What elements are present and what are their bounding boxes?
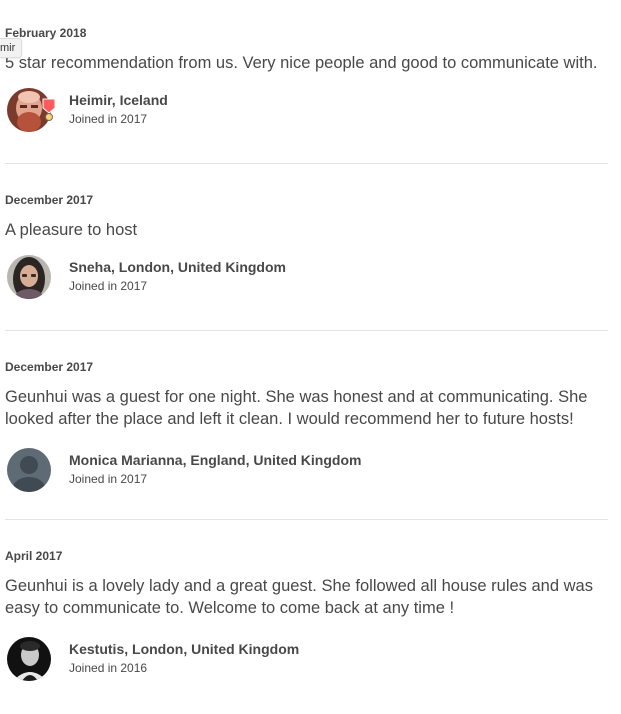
reviewer-joined: Joined in 2016 xyxy=(69,661,148,675)
review-date: April 2017 xyxy=(5,549,63,563)
reviewer-joined: Joined in 2017 xyxy=(69,112,148,126)
reviewer: Heimir, Iceland Joined in 2017 xyxy=(5,88,608,132)
reviewer-joined: Joined in 2017 xyxy=(69,472,148,486)
review-divider xyxy=(5,519,608,520)
review-text: 5 star recommendation from us. Very nice… xyxy=(5,54,598,72)
review-item: December 2017 Geunhui was a guest for on… xyxy=(5,360,608,492)
review-date: December 2017 xyxy=(5,193,94,207)
reviewer-name-tooltip: mir xyxy=(0,38,23,58)
reviewer-name[interactable]: Monica Marianna, England, United Kingdom xyxy=(69,451,361,469)
reviewer: Kestutis, London, United Kingdom Joined … xyxy=(5,637,608,681)
reviewer: Sneha, London, United Kingdom Joined in … xyxy=(5,255,608,299)
review-item: April 2017 Geunhui is a lovely lady and … xyxy=(5,549,608,681)
reviewer-name[interactable]: Sneha, London, United Kingdom xyxy=(69,258,286,276)
review-item: February 2018 5 star recommendation from… xyxy=(5,26,608,132)
review-date: December 2017 xyxy=(5,360,94,374)
reviewer-avatar[interactable] xyxy=(7,255,51,299)
reviewer-name[interactable]: Kestutis, London, United Kingdom xyxy=(69,640,299,658)
reviewer-avatar[interactable] xyxy=(7,637,51,681)
reviewer-avatar[interactable] xyxy=(7,448,51,492)
review-item: December 2017 A pleasure to host Sneha, … xyxy=(5,193,608,299)
reviewer: Monica Marianna, England, United Kingdom… xyxy=(5,448,608,492)
reviewer-joined: Joined in 2017 xyxy=(69,279,148,293)
review-divider xyxy=(5,330,608,331)
reviewer-name[interactable]: Heimir, Iceland xyxy=(69,91,168,109)
review-text: A pleasure to host xyxy=(5,221,138,239)
review-text: Geunhui is a lovely lady and a great gue… xyxy=(5,577,593,617)
superhost-badge-icon xyxy=(42,98,56,122)
review-date: February 2018 xyxy=(5,26,87,40)
review-divider xyxy=(5,163,608,164)
review-text: Geunhui was a guest for one night. She w… xyxy=(5,388,588,428)
